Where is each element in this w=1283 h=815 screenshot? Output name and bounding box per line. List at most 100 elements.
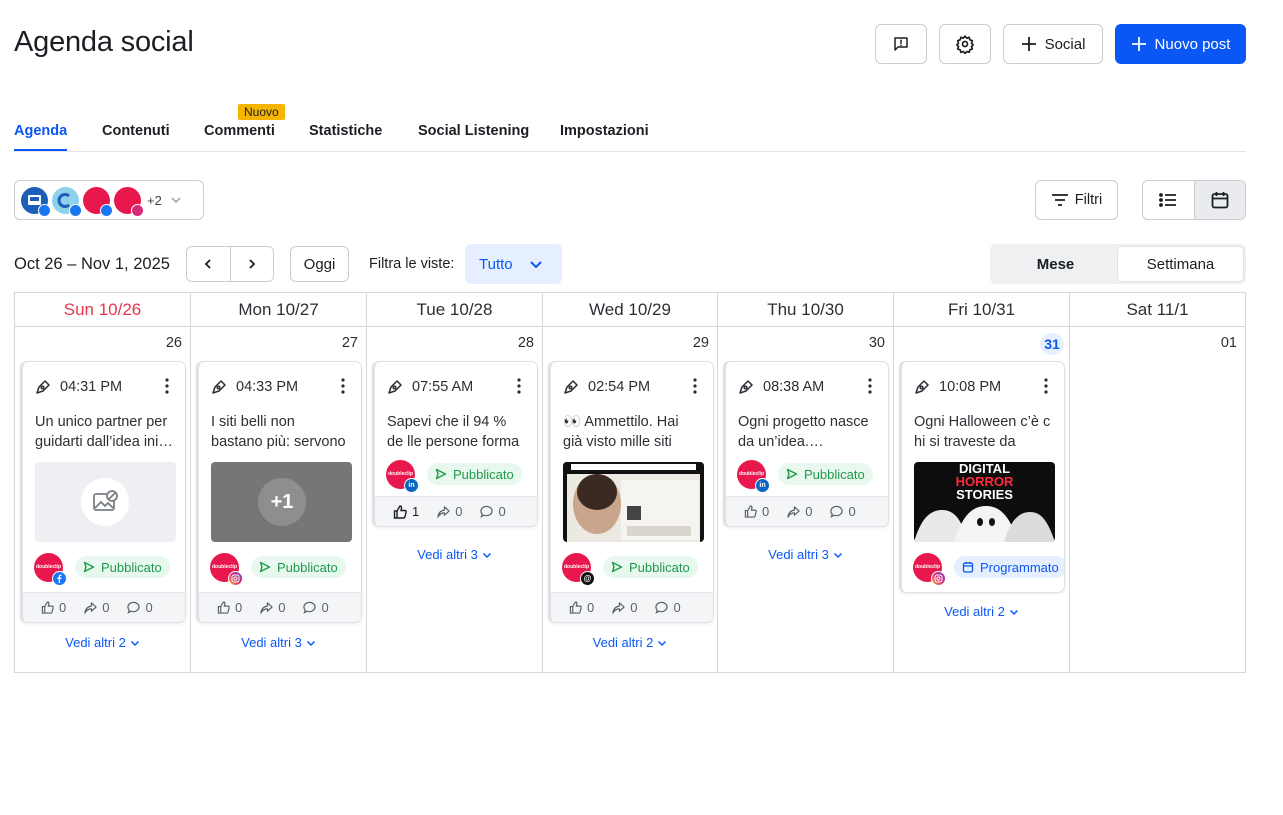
view-filter-select[interactable]: Tutto: [465, 244, 562, 284]
settings-button[interactable]: [939, 24, 991, 64]
status-badge: Pubblicato: [427, 463, 522, 485]
post-text: Sapevi che il 94 % de lle persone forma …: [387, 414, 520, 450]
calendar-icon: [962, 562, 974, 573]
post-card[interactable]: 04:31 PM Un unico partner per guidarti d…: [20, 361, 186, 623]
show-more-link[interactable]: Vedi altri 3: [191, 635, 366, 650]
comments-count: 0: [145, 600, 153, 615]
post-card[interactable]: 08:38 AM Ogni progetto nasce da un’idea.…: [723, 361, 889, 527]
likes-count: 0: [235, 600, 243, 615]
status-badge: Programmato: [954, 556, 1064, 578]
day-column[interactable]: Sat 11/1 01: [1070, 293, 1245, 672]
post-time: 10:08 PM: [939, 379, 1002, 395]
status-label: Pubblicato: [101, 559, 162, 575]
shares-count: 0: [630, 600, 638, 615]
comment-icon: [480, 505, 494, 518]
chevron-right-icon: [249, 259, 256, 269]
day-header: Mon 10/27: [191, 293, 366, 327]
comment-icon: [303, 601, 317, 614]
tab-social-listening[interactable]: Social Listening: [418, 123, 529, 139]
more-options-icon[interactable]: [693, 378, 697, 394]
post-card[interactable]: 10:08 PM Ogni Halloween c’è c hi si trav…: [899, 361, 1065, 593]
show-more-link[interactable]: Vedi altri 2: [543, 635, 717, 650]
tab-agenda[interactable]: Agenda: [14, 123, 68, 151]
prev-week-button[interactable]: [187, 247, 230, 281]
chevron-down-icon: [171, 197, 181, 204]
comments-count: 0: [498, 504, 506, 519]
like-icon: [393, 504, 407, 519]
show-more-link[interactable]: Vedi altri 2: [894, 604, 1069, 619]
top-actions: Social Nuovo post: [875, 24, 1246, 64]
post-card[interactable]: 07:55 AM Sapevi che il 94 % de lle perso…: [372, 361, 538, 527]
post-account-avatar: doubleclip: [34, 552, 67, 586]
today-button[interactable]: Oggi: [290, 246, 349, 282]
show-more-label: Vedi altri 2: [944, 604, 1005, 619]
feedback-button[interactable]: [875, 24, 927, 64]
new-post-button[interactable]: Nuovo post: [1115, 24, 1246, 64]
accounts-selector[interactable]: +2: [14, 180, 204, 220]
send-icon: [611, 561, 623, 573]
filters-button[interactable]: Filtri: [1035, 180, 1118, 220]
calendar-view-button[interactable]: [1193, 181, 1245, 219]
show-more-label: Vedi altri 3: [417, 547, 478, 562]
day-column[interactable]: Fri 10/31 31 10:08 PM Ogni Halloween c’è…: [894, 293, 1070, 672]
main-tabs: Agenda Contenuti Commenti Nuovo Statisti…: [14, 100, 1246, 152]
add-social-label: Social: [1044, 35, 1086, 53]
post-stats: 0 0 0: [551, 592, 713, 622]
comments-count: 0: [673, 600, 681, 615]
likes-count: 0: [762, 504, 770, 519]
add-social-button[interactable]: Social: [1003, 24, 1103, 64]
show-more-link[interactable]: Vedi altri 2: [15, 635, 190, 650]
day-column[interactable]: Mon 10/27 27 04:33 PM I siti belli non b…: [191, 293, 367, 672]
day-column[interactable]: Thu 10/30 30 08:38 AM Ogni progetto nasc…: [718, 293, 894, 672]
list-view-button[interactable]: [1143, 181, 1194, 219]
next-week-button[interactable]: [229, 247, 274, 281]
day-header: Wed 10/29: [543, 293, 717, 327]
day-column[interactable]: Sun 10/26 26 04:31 PM Un unico partner p…: [15, 293, 191, 672]
tab-statistiche[interactable]: Statistiche: [309, 123, 382, 139]
image-count-overlay: +1: [258, 478, 306, 526]
week-button[interactable]: Settimana: [1118, 247, 1243, 281]
likes-count: 0: [59, 600, 67, 615]
post-time: 07:55 AM: [412, 379, 474, 395]
post-card[interactable]: 04:33 PM I siti belli non bastano più: s…: [196, 361, 362, 623]
more-options-icon[interactable]: [517, 378, 521, 394]
chevron-down-icon: [833, 552, 842, 558]
tab-impostazioni[interactable]: Impostazioni: [560, 123, 649, 139]
tab-commenti[interactable]: Commenti: [204, 123, 275, 139]
show-more-link[interactable]: Vedi altri 3: [718, 547, 893, 562]
status-label: Pubblicato: [453, 466, 514, 482]
post-card[interactable]: 02:54 PM 👀 Ammettilo. Hai già visto mill…: [548, 361, 714, 623]
chevron-down-icon: [130, 640, 139, 646]
day-header: Sun 10/26: [15, 293, 190, 327]
day-column[interactable]: Wed 10/29 29 02:54 PM 👀 Ammettilo. Hai g…: [543, 293, 718, 672]
week-calendar: Sun 10/26 26 04:31 PM Un unico partner p…: [14, 292, 1246, 673]
like-icon: [41, 601, 54, 614]
pen-icon: [212, 380, 226, 394]
post-stats: 0 0 0: [199, 592, 361, 622]
no-image-icon: [81, 478, 129, 526]
post-image: [563, 462, 704, 542]
more-options-icon[interactable]: [341, 378, 345, 394]
show-more-link[interactable]: Vedi altri 3: [367, 547, 542, 562]
chevron-left-icon: [204, 259, 211, 269]
post-image: DIGITAL HORROR STORIES: [914, 462, 1055, 542]
more-options-icon[interactable]: [165, 378, 169, 394]
send-icon: [435, 468, 447, 480]
more-options-icon[interactable]: [868, 378, 872, 394]
more-options-icon[interactable]: [1044, 378, 1048, 394]
day-number: 28: [517, 335, 534, 351]
day-column[interactable]: Tue 10/28 28 07:55 AM Sapevi che il 94 %…: [367, 293, 543, 672]
threads-icon: @: [580, 570, 595, 586]
tab-contenuti[interactable]: Contenuti: [102, 123, 170, 139]
account-avatar: [21, 186, 51, 217]
show-more-label: Vedi altri 3: [241, 635, 302, 650]
date-nav: [186, 246, 274, 282]
facebook-icon: [100, 203, 113, 217]
share-icon: [787, 506, 800, 518]
post-image-placeholder: [35, 462, 176, 542]
month-button[interactable]: Mese: [993, 247, 1118, 281]
linkedin-icon: in: [755, 477, 770, 493]
status-label: Programmato: [980, 559, 1059, 575]
likes-count: 0: [587, 600, 595, 615]
comments-count: 0: [848, 504, 856, 519]
